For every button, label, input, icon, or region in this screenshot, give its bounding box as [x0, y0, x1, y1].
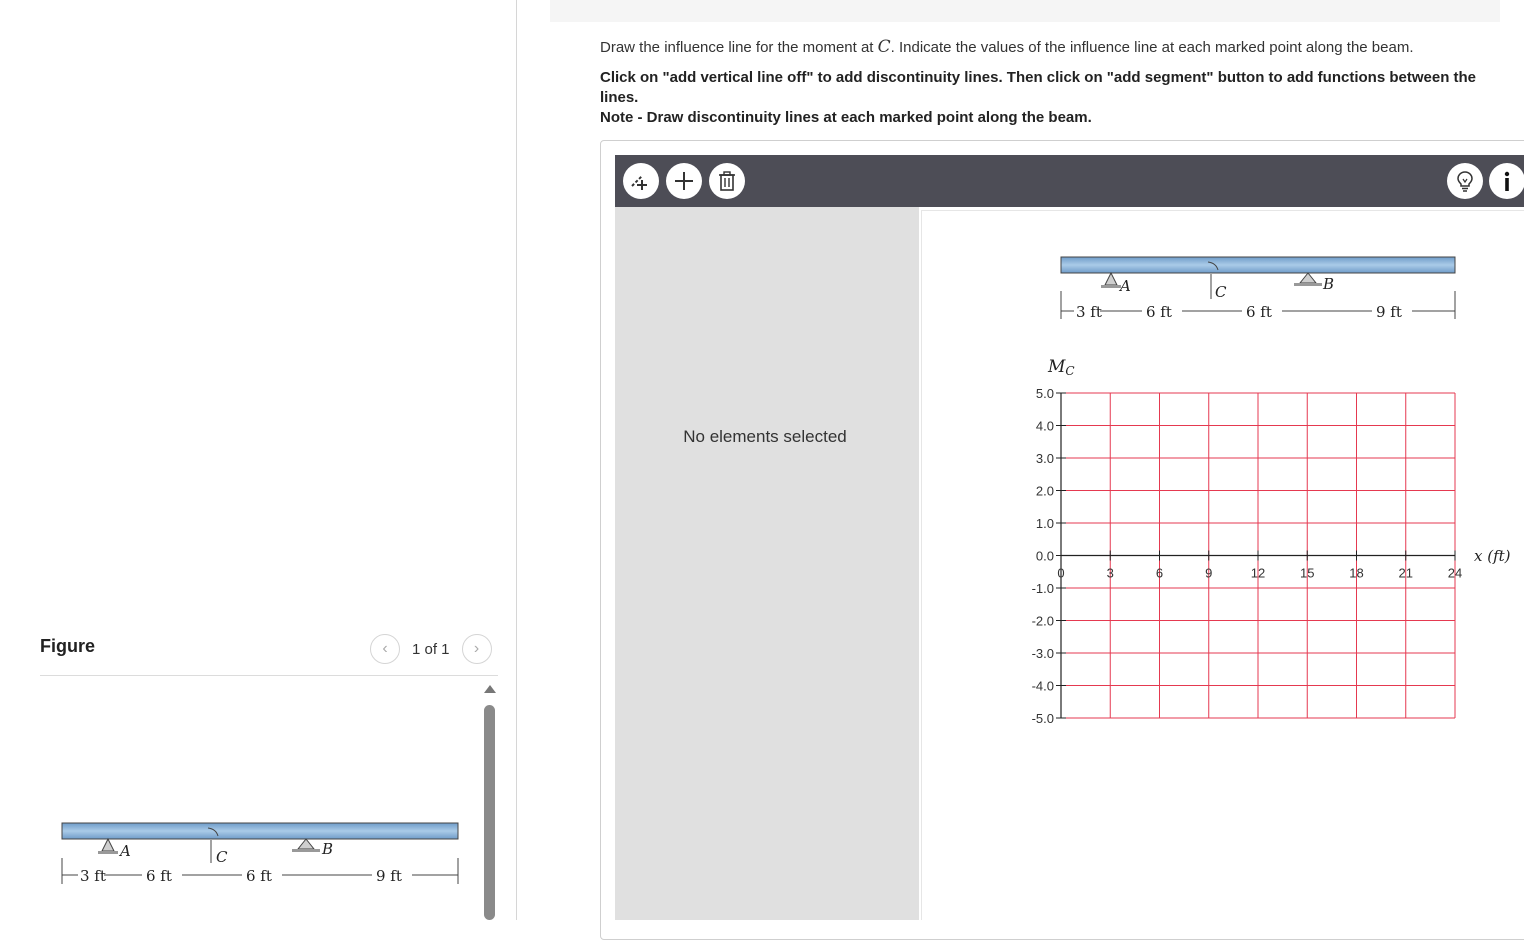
y-tick-label: 2.0 [1036, 484, 1054, 499]
y-tick-label: 3.0 [1036, 451, 1054, 466]
graph-canvas[interactable]: A C B 3 ft 6 ft 6 ft 9 ft MC x (ft) 5.0 … [921, 210, 1524, 920]
figure-beam-diagram: A C B 3 ft 6 ft 6 ft 9 ft [61, 822, 459, 885]
hint-button[interactable] [1447, 163, 1483, 199]
dim-label-3: 6 ft [1246, 303, 1272, 321]
add-segment-icon [675, 172, 693, 190]
y-tick-label: 4.0 [1036, 419, 1054, 434]
next-figure-button[interactable]: › [461, 634, 492, 664]
x-tick-label: 15 [1300, 566, 1314, 581]
dim-label-3: 6 ft [246, 867, 272, 885]
delete-icon [719, 171, 735, 191]
y-tick-labels: 5.0 4.0 3.0 2.0 1.0 0.0 -1.0 -2.0 -3.0 -4.0 -5.0 [1032, 386, 1054, 726]
prev-figure-button[interactable]: ‹ [370, 634, 400, 664]
y-tick-label: -3.0 [1032, 646, 1054, 661]
influence-line-plot[interactable]: A C B 3 ft 6 ft 6 ft 9 ft MC x (ft) 5.04… [922, 211, 1524, 921]
figure-divider [40, 675, 498, 676]
x-axis-label: x (ft) [1474, 547, 1511, 565]
point-c-label: C [1215, 283, 1227, 301]
chevron-right-icon: › [473, 640, 480, 657]
info-button[interactable] [1489, 163, 1524, 199]
figure-panel: Figure ‹ 1 of 1 › A C B 3 ft 6 ft 6 ft 9… [0, 0, 517, 920]
x-tick-label: 3 [1107, 566, 1114, 581]
instruction-text: Click on "add vertical line off" to add … [600, 69, 1477, 106]
scroll-up-arrow[interactable] [484, 685, 496, 693]
dim-label-1: 3 ft [80, 867, 106, 885]
dim-label-1: 3 ft [1076, 303, 1102, 321]
question-panel: Draw the influence line for the moment a… [518, 0, 1524, 940]
graph-toolbar [615, 155, 1524, 207]
x-tick-label: 6 [1156, 566, 1163, 581]
plot-axes [1056, 392, 1456, 719]
support-b-label: B [1322, 275, 1334, 293]
question-text: Draw the influence line for the moment a… [600, 37, 1414, 57]
dim-label-4: 9 ft [1376, 303, 1402, 321]
dim-label-2: 6 ft [146, 867, 172, 885]
roller-support-b [292, 838, 320, 852]
x-tick-labels: 0 3 6 9 12 15 18 21 24 [1057, 566, 1462, 581]
figure-title: Figure [40, 636, 96, 656]
x-tick-label: 24 [1448, 566, 1462, 581]
support-b-label: B [321, 840, 333, 858]
x-tick-label: 18 [1349, 566, 1363, 581]
x-tick-label: 0 [1057, 566, 1064, 581]
selection-status: No elements selected [683, 427, 847, 446]
delete-button[interactable] [709, 163, 745, 199]
add-segment-button[interactable] [666, 163, 702, 199]
x-tick-label: 21 [1399, 566, 1413, 581]
y-tick-label: -1.0 [1032, 581, 1054, 596]
pin-support-a [98, 837, 118, 854]
note-text: Note - Draw discontinuity lines at each … [600, 109, 1092, 126]
beam [61, 822, 459, 840]
y-tick-label: -4.0 [1032, 679, 1054, 694]
y-tick-label: 5.0 [1036, 386, 1054, 401]
add-vertical-line-icon [631, 175, 647, 190]
y-axis-label: MC [1047, 357, 1075, 378]
point-c-label: C [216, 848, 228, 866]
figure-page-count: 1 of 1 [412, 640, 450, 658]
header-strip [550, 0, 1500, 22]
y-tick-label: 0.0 [1036, 549, 1054, 564]
figure-pager: ‹ 1 of 1 › [370, 634, 492, 664]
support-a-label: A [118, 842, 131, 860]
y-tick-label: 1.0 [1036, 516, 1054, 531]
add-vertical-line-button[interactable] [623, 163, 659, 199]
hint-lightbulb-icon [1457, 171, 1473, 192]
beam [1060, 256, 1456, 274]
dim-label-2: 6 ft [1146, 303, 1172, 321]
y-tick-label: -5.0 [1032, 711, 1054, 726]
dim-label-4: 9 ft [376, 867, 402, 885]
scrollbar-thumb[interactable] [484, 705, 495, 920]
properties-sidebar: No elements selected [615, 207, 919, 920]
support-a-label: A [1118, 277, 1131, 295]
canvas-beam-diagram: A C B 3 ft 6 ft 6 ft 9 ft [1060, 256, 1456, 321]
chevron-left-icon: ‹ [382, 640, 388, 657]
info-icon [1504, 171, 1510, 191]
x-tick-label: 9 [1205, 566, 1212, 581]
y-tick-label: -2.0 [1032, 614, 1054, 629]
x-tick-label: 12 [1251, 566, 1265, 581]
